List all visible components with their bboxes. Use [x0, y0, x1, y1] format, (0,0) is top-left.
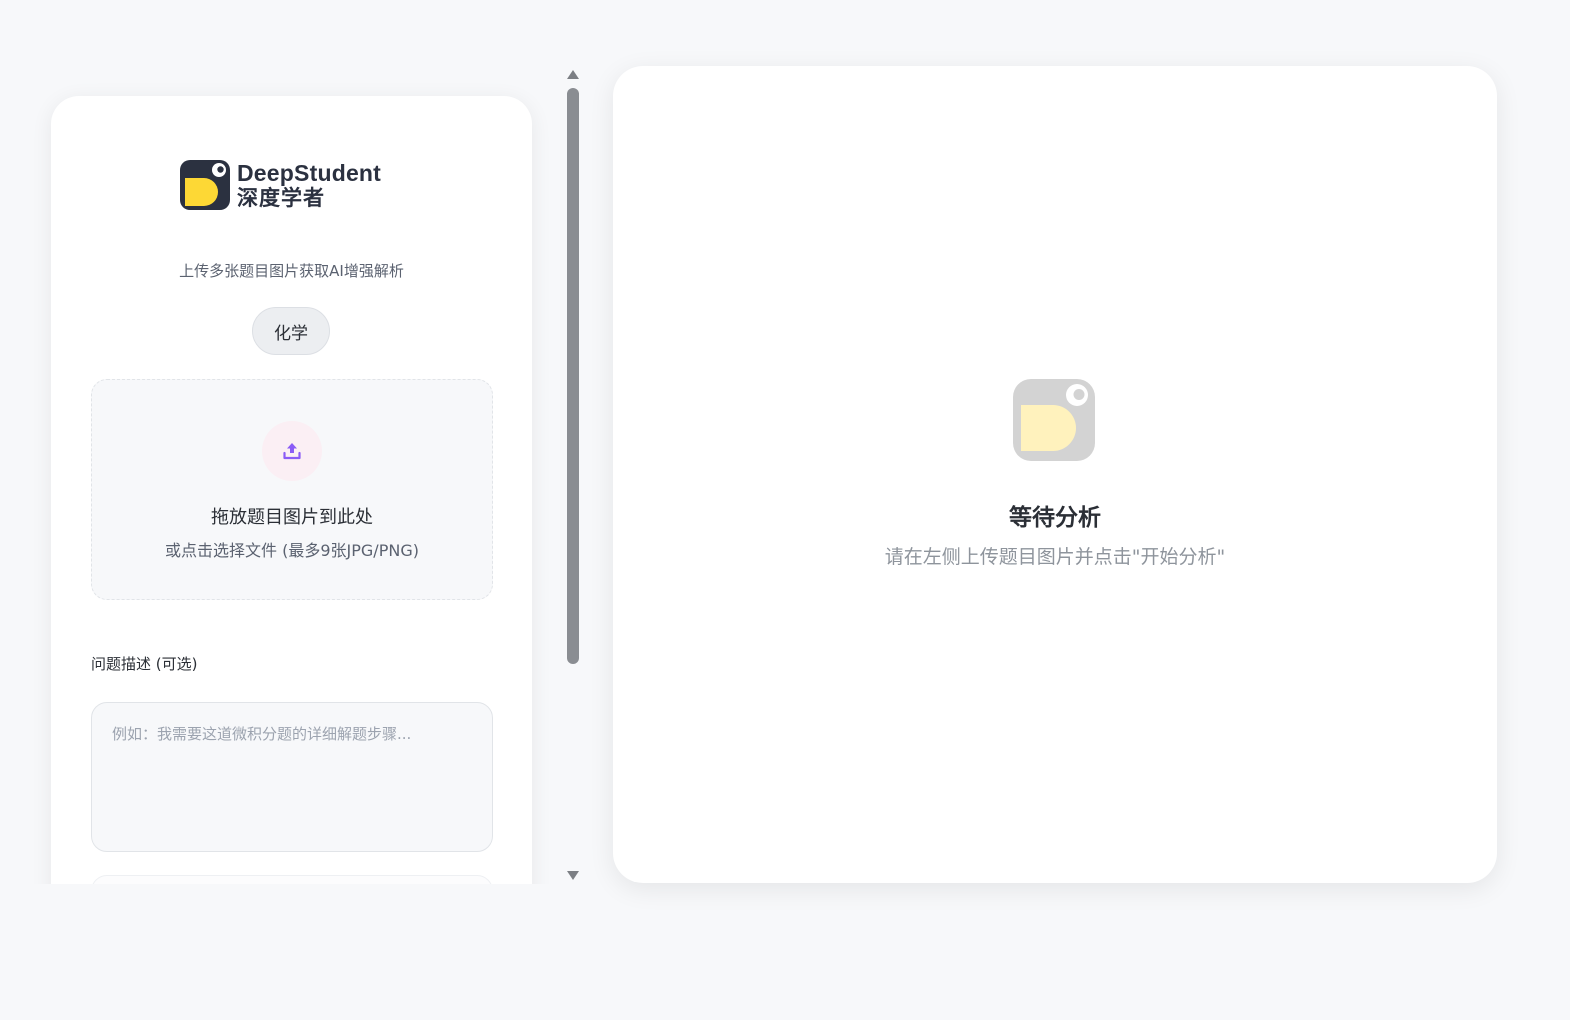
left-panel-viewport: DeepStudent 深度学者 上传多张题目图片获取AI增强解析 化学 拖放题… — [30, 70, 565, 884]
placeholder-logo-icon — [1013, 379, 1095, 461]
description-label: 问题描述 (可选) — [91, 655, 198, 673]
upload-card: DeepStudent 深度学者 上传多张题目图片获取AI增强解析 化学 拖放题… — [51, 96, 532, 884]
waiting-title: 等待分析 — [1009, 505, 1101, 531]
dropzone-hint: 或点击选择文件 (最多9张JPG/PNG) — [165, 541, 419, 560]
upload-icon-badge — [262, 421, 322, 481]
subject-selector-button[interactable]: 化学 — [252, 307, 330, 355]
dropzone-title: 拖放题目图片到此处 — [211, 507, 373, 528]
scrollbar-thumb[interactable] — [567, 88, 579, 664]
upload-icon — [283, 443, 301, 460]
brand-name-en: DeepStudent — [237, 159, 382, 186]
scroll-up-arrow-icon[interactable] — [567, 70, 579, 79]
brand-name-zh: 深度学者 — [237, 185, 325, 210]
scroll-down-arrow-icon[interactable] — [567, 871, 579, 880]
waiting-hint: 请在左侧上传题目图片并点击"开始分析" — [884, 546, 1226, 568]
description-textarea[interactable] — [91, 702, 493, 852]
image-dropzone[interactable]: 拖放题目图片到此处 或点击选择文件 (最多9张JPG/PNG) — [91, 379, 493, 600]
deepstudent-logo-icon — [180, 160, 230, 210]
page-subtitle: 上传多张题目图片获取AI增强解析 — [179, 262, 404, 280]
left-panel-scrollbar[interactable] — [563, 70, 583, 884]
brand-logo: DeepStudent 深度学者 — [180, 160, 381, 210]
analysis-result-panel: 等待分析 请在左侧上传题目图片并点击"开始分析" — [613, 66, 1497, 883]
next-section-card — [91, 875, 493, 884]
